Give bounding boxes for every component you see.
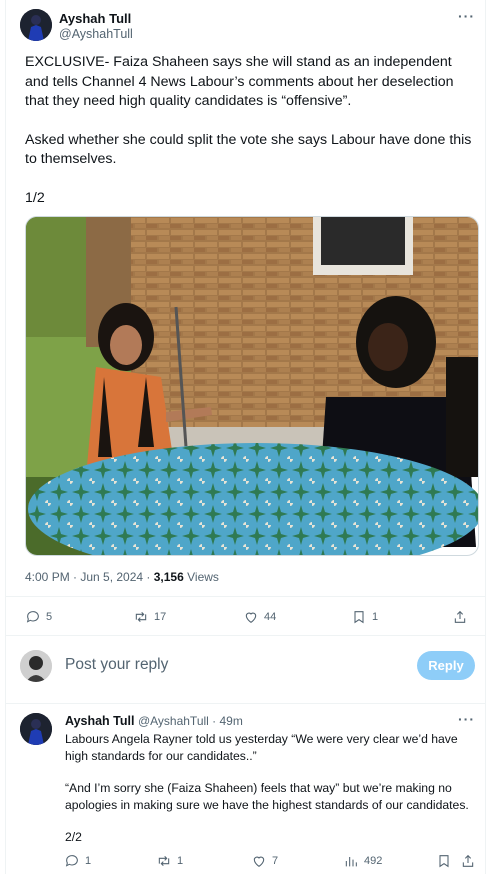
reply-reply-count: 1 (85, 855, 92, 867)
divider (6, 703, 485, 704)
tweet-paragraph: EXCLUSIVE- Faiza Shaheen says she will s… (25, 54, 454, 109)
repost-icon (158, 855, 170, 867)
repost-button[interactable]: 17 (133, 609, 166, 625)
reply-paragraph: Labours Angela Rayner told us yesterday … (65, 732, 458, 763)
share-icon (454, 610, 466, 623)
reply-reply-button[interactable]: 1 (64, 853, 91, 869)
more-options-icon[interactable]: ··· (458, 8, 475, 24)
reply-more-options-icon[interactable]: ··· (458, 711, 475, 727)
author-name[interactable]: Ayshah Tull (59, 11, 131, 26)
author-handle[interactable]: @AyshahTull (59, 27, 133, 41)
post-frame: Ayshah Tull @AyshahTull ··· EXCLUSIVE- F… (5, 0, 486, 874)
current-user-avatar[interactable] (20, 650, 52, 682)
reply-author-handle[interactable]: @AyshahTull · 49m (138, 714, 243, 728)
reply-bookmark-button[interactable] (436, 853, 452, 869)
reply-like-count: 7 (272, 855, 279, 867)
reply-author-name[interactable]: Ayshah Tull (65, 714, 134, 728)
reply-text: Labours Angela Rayner told us yesterday … (65, 731, 477, 846)
tweet-paragraph: 1/2 (25, 189, 45, 206)
repost-icon (135, 611, 147, 623)
reply-share-button[interactable] (460, 853, 476, 869)
heart-icon (245, 612, 257, 623)
tweet-paragraph: Asked whether she could split the vote s… (25, 131, 472, 168)
reply-paragraph: 2/2 (65, 830, 82, 844)
bookmark-icon (354, 611, 364, 624)
heart-icon (253, 856, 265, 867)
reply-count: 5 (46, 611, 53, 623)
reply-repost-count: 1 (177, 855, 184, 867)
bookmark-icon (439, 855, 449, 868)
bookmark-button[interactable]: 1 (351, 609, 378, 625)
author-avatar[interactable] (20, 9, 52, 41)
share-button[interactable] (452, 609, 468, 625)
tweet-timestamp[interactable]: 4:00 PM · Jun 5, 2024 · (25, 570, 154, 584)
reply-input[interactable]: Post your reply (65, 656, 168, 674)
reply-button[interactable]: 5 (25, 609, 52, 625)
repost-count: 17 (154, 611, 167, 623)
reply-icon (65, 855, 78, 867)
views-label: Views (183, 570, 219, 584)
reply-author-avatar[interactable] (20, 713, 52, 745)
divider (6, 596, 485, 597)
reply-header: Ayshah Tull @AyshahTull · 49m (65, 714, 243, 728)
reply-submit-button[interactable]: Reply (417, 651, 475, 680)
reply-repost-button[interactable]: 1 (156, 853, 183, 869)
reply-views-button[interactable]: 492 (343, 853, 382, 869)
reply-paragraph: “And I’m sorry she (Faiza Shaheen) feels… (65, 781, 469, 812)
like-button[interactable]: 44 (243, 609, 276, 625)
tweet-media-photo[interactable] (25, 216, 479, 556)
reply-like-button[interactable]: 7 (251, 853, 278, 869)
tweet-text: EXCLUSIVE- Faiza Shaheen says she will s… (25, 53, 475, 208)
reply-views-count: 492 (364, 855, 383, 867)
bookmark-count: 1 (372, 611, 379, 623)
views-chart-icon (345, 857, 357, 867)
divider (6, 635, 485, 636)
share-icon (462, 854, 474, 867)
views-count: 3,156 (153, 570, 184, 584)
reply-icon (26, 611, 39, 623)
like-count: 44 (264, 611, 277, 623)
tweet-meta: 4:00 PM · Jun 5, 2024 · 3,156 Views (25, 570, 219, 584)
